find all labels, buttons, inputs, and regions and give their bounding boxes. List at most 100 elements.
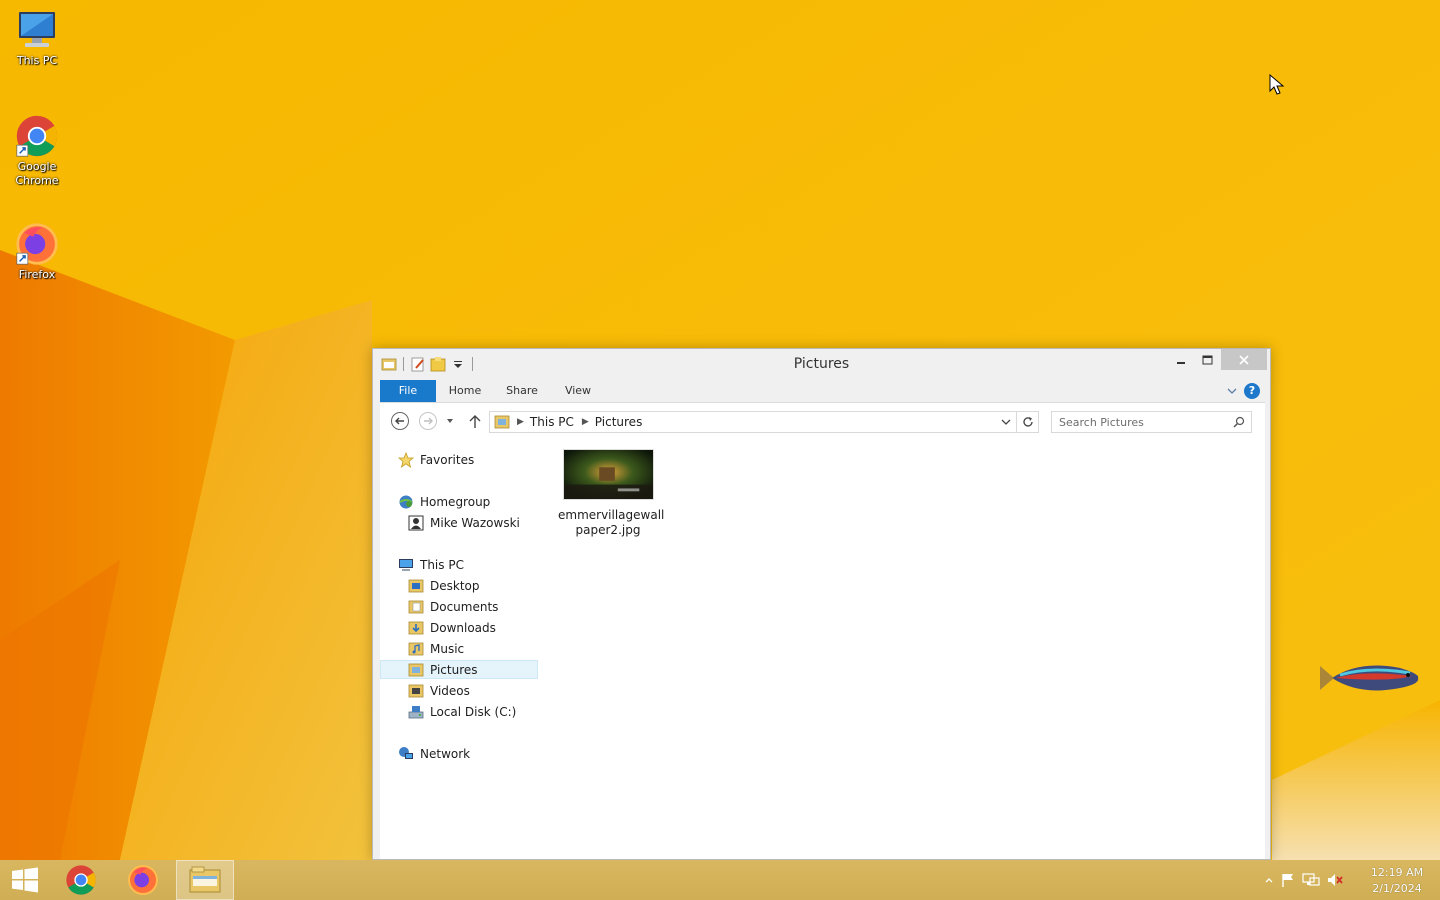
nav-item-this-pc[interactable]: This PC bbox=[398, 555, 534, 574]
nav-item-videos[interactable]: Videos bbox=[408, 681, 534, 700]
breadcrumb-separator: ▶ bbox=[581, 417, 589, 427]
maximize-button[interactable] bbox=[1194, 349, 1220, 370]
back-button[interactable] bbox=[390, 411, 410, 431]
start-button[interactable] bbox=[0, 860, 50, 900]
search-icon[interactable] bbox=[1233, 416, 1245, 428]
network-icon bbox=[398, 746, 414, 762]
this-pc-icon bbox=[19, 12, 55, 47]
clock-date: 2/1/2024 bbox=[1372, 882, 1422, 895]
file-item[interactable]: emmervillagewall paper2.jpg bbox=[558, 449, 665, 538]
music-folder-icon bbox=[408, 641, 424, 657]
tab-view[interactable]: View bbox=[556, 380, 600, 402]
maximize-icon bbox=[1202, 355, 1212, 364]
nav-item-label: Music bbox=[430, 641, 465, 656]
breadcrumb-this-pc[interactable]: This PC bbox=[530, 415, 574, 429]
mouse-cursor-icon bbox=[1269, 74, 1285, 95]
refresh-button[interactable] bbox=[1016, 412, 1038, 432]
search-box[interactable] bbox=[1051, 411, 1252, 433]
nav-item-label: Pictures bbox=[430, 662, 478, 677]
close-button[interactable] bbox=[1221, 349, 1267, 370]
taskbar: 12:19 AM 2/1/2024 bbox=[0, 860, 1440, 900]
taskbar-clock[interactable]: 12:19 AM 2/1/2024 bbox=[1362, 865, 1432, 897]
minimize-button[interactable] bbox=[1168, 349, 1193, 370]
nav-item-label: Local Disk (C:) bbox=[430, 704, 517, 719]
ribbon-tab-bar: File Home Share View ? bbox=[380, 379, 1265, 403]
nav-item-label: Desktop bbox=[430, 578, 480, 593]
nav-item-music[interactable]: Music bbox=[408, 639, 534, 658]
windows-logo-icon bbox=[12, 867, 38, 893]
nav-item-downloads[interactable]: Downloads bbox=[408, 618, 534, 637]
nav-item-documents[interactable]: Documents bbox=[408, 597, 534, 616]
chrome-icon bbox=[66, 865, 96, 895]
nav-item-favorites[interactable]: Favorites bbox=[398, 450, 534, 469]
nav-item-network[interactable]: Network bbox=[398, 744, 534, 763]
desktop-icon-this-pc[interactable]: This PC bbox=[0, 10, 74, 68]
firefox-icon bbox=[16, 223, 58, 265]
nav-item-mike-wazowski[interactable]: Mike Wazowski bbox=[408, 513, 534, 532]
nav-item-pictures[interactable]: Pictures bbox=[380, 660, 538, 679]
firefox-icon bbox=[128, 865, 158, 895]
image-thumbnail bbox=[562, 449, 654, 500]
action-center-flag-icon[interactable] bbox=[1280, 872, 1296, 888]
show-hidden-icons-chevron-icon[interactable] bbox=[1264, 875, 1274, 885]
desktop-icon-label: Firefox bbox=[18, 268, 56, 281]
explorer-content: Favorites Homegroup Mike Wazowski This P… bbox=[380, 439, 1265, 859]
desktop-icon-label: This PC bbox=[16, 54, 58, 67]
nav-item-label: Documents bbox=[430, 599, 499, 614]
nav-item-label: Favorites bbox=[420, 452, 475, 467]
help-button[interactable]: ? bbox=[1244, 383, 1260, 399]
up-button[interactable] bbox=[465, 411, 485, 431]
file-name-line2: paper2.jpg bbox=[575, 523, 641, 537]
nav-item-homegroup[interactable]: Homegroup bbox=[398, 492, 534, 511]
taskbar-firefox-button[interactable] bbox=[114, 860, 172, 900]
nav-item-label: This PC bbox=[420, 557, 464, 572]
homegroup-icon bbox=[398, 494, 414, 510]
documents-folder-icon bbox=[408, 599, 424, 615]
recent-locations-button[interactable] bbox=[443, 411, 457, 431]
up-arrow-icon bbox=[469, 415, 481, 428]
volume-muted-icon[interactable] bbox=[1326, 872, 1344, 888]
minimize-icon bbox=[1176, 361, 1185, 364]
network-status-icon[interactable] bbox=[1302, 872, 1320, 888]
taskbar-chrome-button[interactable] bbox=[52, 860, 110, 900]
nav-item-label: Homegroup bbox=[420, 494, 491, 509]
tab-home[interactable]: Home bbox=[442, 380, 488, 402]
forward-button[interactable] bbox=[418, 411, 438, 431]
breadcrumb-pictures[interactable]: Pictures bbox=[595, 415, 643, 429]
pictures-folder-icon bbox=[408, 662, 424, 678]
search-input[interactable] bbox=[1052, 412, 1227, 432]
nav-item-label: Mike Wazowski bbox=[430, 515, 520, 530]
nav-item-local-disk-c[interactable]: Local Disk (C:) bbox=[408, 702, 534, 721]
chevron-down-icon bbox=[447, 419, 453, 423]
navigation-pane[interactable]: Favorites Homegroup Mike Wazowski This P… bbox=[380, 439, 538, 859]
expand-ribbon-chevron-icon[interactable] bbox=[1225, 384, 1239, 398]
file-name-line1: emmervillagewall bbox=[558, 508, 665, 522]
back-arrow-icon bbox=[391, 412, 409, 430]
nav-item-label: Videos bbox=[430, 683, 470, 698]
tab-file[interactable]: File bbox=[380, 380, 436, 402]
desktop-folder-icon bbox=[408, 578, 424, 594]
clock-time: 12:19 AM bbox=[1370, 866, 1424, 879]
desktop-icon-google-chrome[interactable]: Google Chrome bbox=[0, 114, 74, 188]
title-bar[interactable]: Pictures bbox=[373, 349, 1270, 379]
refresh-icon bbox=[1022, 417, 1033, 427]
file-explorer-icon bbox=[189, 866, 221, 893]
downloads-folder-icon bbox=[408, 620, 424, 636]
window-title: Pictures bbox=[793, 356, 850, 372]
file-list[interactable]: emmervillagewall paper2.jpg bbox=[548, 439, 1248, 859]
taskbar-file-explorer-button[interactable] bbox=[176, 860, 234, 900]
file-explorer-window[interactable]: Pictures File Home Share View ? ▶ This P… bbox=[372, 348, 1271, 860]
close-icon bbox=[1239, 354, 1249, 365]
pictures-folder-icon bbox=[494, 415, 510, 429]
nav-item-label: Downloads bbox=[430, 620, 496, 635]
star-icon bbox=[398, 451, 414, 468]
desktop-icon-label: Google Chrome bbox=[15, 160, 59, 187]
desktop-icon-firefox[interactable]: Firefox bbox=[0, 222, 74, 282]
forward-arrow-icon bbox=[419, 412, 437, 430]
nav-item-label: Network bbox=[420, 746, 471, 761]
nav-item-desktop[interactable]: Desktop bbox=[408, 576, 534, 595]
computer-icon bbox=[398, 557, 414, 573]
address-dropdown-icon[interactable] bbox=[1000, 416, 1012, 428]
address-bar[interactable]: ▶ This PC ▶ Pictures bbox=[489, 411, 1039, 433]
tab-share[interactable]: Share bbox=[500, 380, 544, 402]
